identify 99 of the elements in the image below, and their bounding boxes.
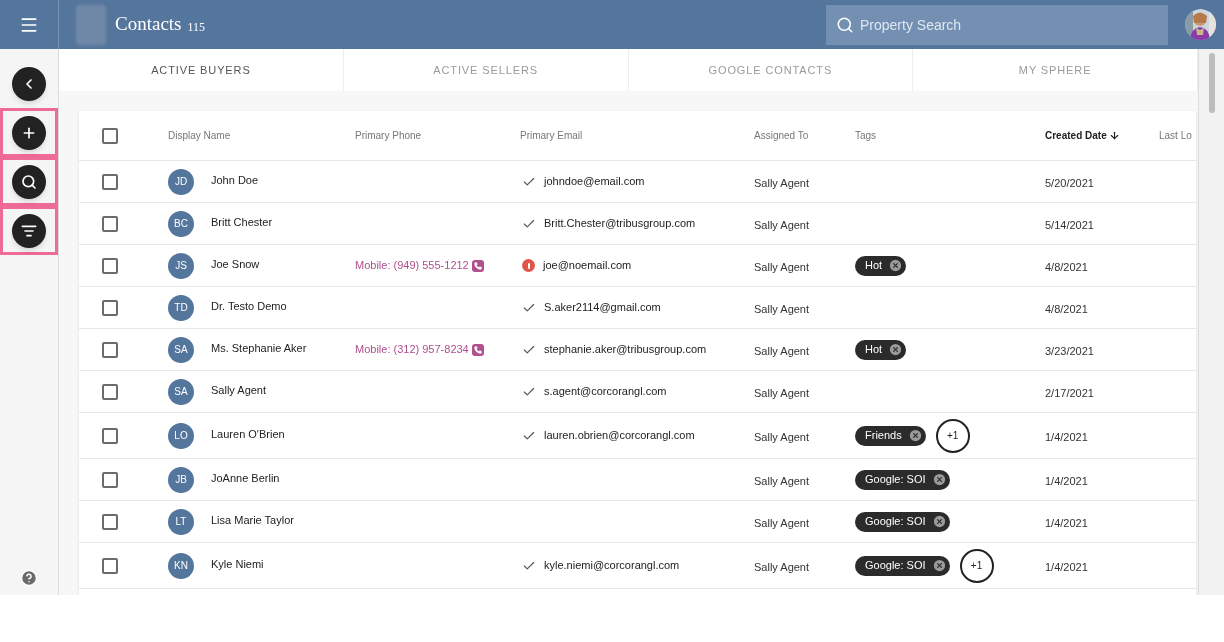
checkbox[interactable] <box>102 427 118 444</box>
checkbox[interactable] <box>102 215 118 232</box>
remove-tag-icon[interactable] <box>907 428 923 443</box>
help-icon[interactable] <box>20 569 38 587</box>
email-text: kyle.niemi@corcorangl.com <box>544 558 680 574</box>
tag-chip[interactable]: Google: SOI <box>855 555 950 576</box>
email-text: stephanie.aker@tribusgroup.com <box>544 342 707 358</box>
assigned-agent: Sally Agent <box>754 386 810 399</box>
email-text: joe@noemail.com <box>543 258 632 274</box>
error-icon <box>522 259 535 272</box>
avatar: TD <box>168 294 194 321</box>
avatar: KN <box>168 552 194 579</box>
tag-chip[interactable]: Google: SOI <box>855 511 950 532</box>
remove-tag-icon[interactable] <box>931 514 947 529</box>
email-text: lauren.obrien@corcorangl.com <box>544 428 695 444</box>
contact-name[interactable]: Sally Agent <box>211 381 267 399</box>
avatar: SA <box>168 378 194 405</box>
phone-link[interactable]: Mobile: (949) 555-1212 <box>355 257 469 274</box>
assigned-agent: Sally Agent <box>754 302 810 315</box>
search-icon <box>836 15 854 34</box>
assigned-agent: Sally Agent <box>754 516 810 529</box>
assigned-agent: Sally Agent <box>754 474 810 487</box>
column-header[interactable]: Display Name <box>168 128 231 143</box>
contact-name[interactable]: Lauren O'Brien <box>211 425 285 443</box>
tag-chip[interactable]: Hot <box>855 255 907 276</box>
contact-name[interactable]: Ms. Stephanie Aker <box>211 339 307 357</box>
email-text: johndoe@email.com <box>544 174 645 190</box>
contact-name[interactable]: John Doe <box>211 171 259 189</box>
column-header[interactable]: Assigned To <box>754 128 809 143</box>
created-date: 3/23/2021 <box>1045 344 1094 357</box>
avatar: JD <box>168 168 194 195</box>
more-tags-badge[interactable]: +1 <box>959 548 994 583</box>
contact-name[interactable]: Britt Chester <box>211 213 273 231</box>
assigned-agent: Sally Agent <box>754 176 810 189</box>
contact-name[interactable]: JoAnne Berlin <box>211 469 280 487</box>
created-date: 1/4/2021 <box>1045 430 1088 443</box>
tag-chip[interactable]: Friends <box>855 425 926 446</box>
phone-link[interactable]: Mobile: (312) 957-8234 <box>355 341 469 358</box>
created-date: 2/17/2021 <box>1045 386 1094 399</box>
tag-chip[interactable]: Hot <box>855 339 907 360</box>
search-field[interactable]: Property Search <box>826 4 1168 45</box>
checkbox[interactable] <box>102 383 118 400</box>
column-header[interactable]: Last Lo <box>1159 128 1192 143</box>
remove-tag-icon[interactable] <box>931 558 947 573</box>
contact-count: 115 <box>187 18 206 36</box>
add-button[interactable] <box>12 115 46 150</box>
page-title: Contacts <box>115 12 182 37</box>
remove-tag-icon[interactable] <box>888 258 904 273</box>
avatar: LO <box>168 422 194 449</box>
avatar: SA <box>168 336 194 363</box>
contact-name[interactable]: Joe Snow <box>211 255 260 273</box>
sort-arrow-icon <box>1108 130 1120 141</box>
avatar: LT <box>168 508 194 535</box>
logo-icon <box>76 4 106 45</box>
created-date: 1/4/2021 <box>1045 516 1088 529</box>
checkbox[interactable] <box>102 471 118 488</box>
phone-icon[interactable] <box>471 343 484 356</box>
checkbox[interactable] <box>102 341 118 358</box>
remove-tag-icon[interactable] <box>931 472 947 487</box>
back-button[interactable] <box>12 66 46 101</box>
avatar: JS <box>168 252 194 279</box>
created-date: 5/20/2021 <box>1045 176 1094 189</box>
remove-tag-icon[interactable] <box>888 342 904 357</box>
email-text: Britt.Chester@tribusgroup.com <box>544 216 696 232</box>
assigned-agent: Sally Agent <box>754 430 810 443</box>
assigned-agent: Sally Agent <box>754 344 810 357</box>
assigned-agent: Sally Agent <box>754 560 810 573</box>
phone-icon[interactable] <box>471 259 484 272</box>
checkbox[interactable] <box>102 299 118 316</box>
checkbox[interactable] <box>102 257 118 274</box>
assigned-agent: Sally Agent <box>754 260 810 273</box>
column-header[interactable]: Primary Phone <box>355 128 422 143</box>
contact-name[interactable]: Dr. Testo Demo <box>211 297 287 315</box>
checkbox[interactable] <box>102 127 118 144</box>
avatar: JB <box>168 466 194 493</box>
column-header[interactable]: Primary Email <box>520 128 583 143</box>
email-text: s.agent@corcorangl.com <box>544 384 667 400</box>
checkbox[interactable] <box>102 557 118 574</box>
more-tags-badge[interactable]: +1 <box>935 418 970 453</box>
sort-button[interactable] <box>12 213 46 248</box>
search-button[interactable] <box>12 164 46 199</box>
created-date: 5/14/2021 <box>1045 218 1094 231</box>
search-icon <box>21 173 37 190</box>
contact-name[interactable]: Lisa Marie Taylor <box>211 511 294 529</box>
column-header[interactable]: Tags <box>855 128 877 143</box>
checkbox[interactable] <box>102 173 118 190</box>
contact-name[interactable]: Kyle Niemi <box>211 555 264 573</box>
created-date: 4/8/2021 <box>1045 260 1088 273</box>
avatar: BC <box>168 210 194 237</box>
checkbox[interactable] <box>102 513 118 530</box>
column-header[interactable]: Created Date <box>1045 128 1120 143</box>
created-date: 1/4/2021 <box>1045 474 1088 487</box>
scrollbar[interactable] <box>1198 49 1224 595</box>
email-text: S.aker2114@gmail.com <box>544 300 661 316</box>
tag-chip[interactable]: Google: SOI <box>855 469 950 490</box>
assigned-agent: Sally Agent <box>754 218 810 231</box>
created-date: 4/8/2021 <box>1045 302 1088 315</box>
created-date: 1/4/2021 <box>1045 560 1088 573</box>
tab[interactable]: ACTIVE BUYERS <box>59 49 344 91</box>
